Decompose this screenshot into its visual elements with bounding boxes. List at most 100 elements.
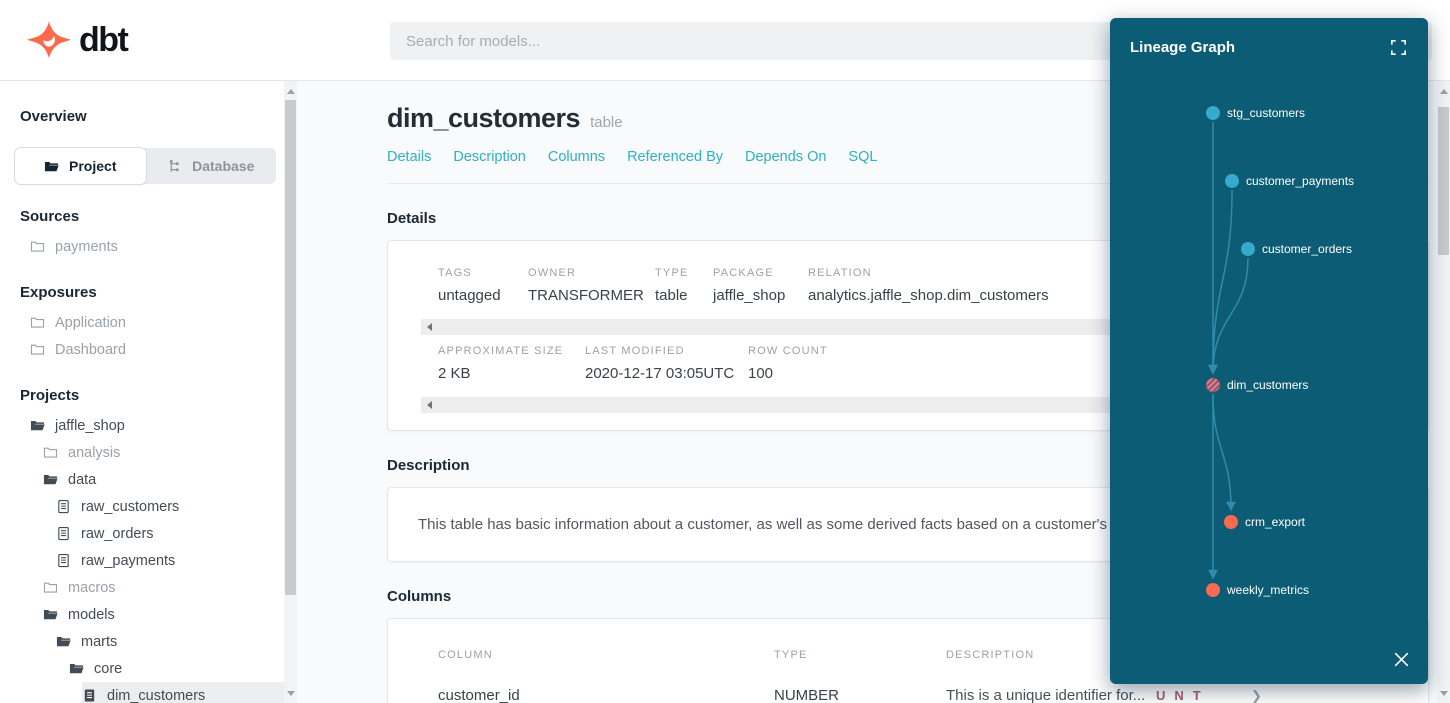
main-scrollbar-thumb[interactable] bbox=[1438, 107, 1449, 255]
dbt-logo-text: dbt bbox=[79, 21, 127, 60]
close-icon[interactable] bbox=[1391, 649, 1412, 670]
sidebar-sections: SourcespaymentsExposuresApplicationDashb… bbox=[0, 208, 284, 703]
lineage-node-label[interactable]: dim_customers bbox=[1227, 378, 1308, 392]
tab-details[interactable]: Details bbox=[387, 149, 431, 165]
file-icon bbox=[56, 499, 71, 514]
detail-field-label: LAST MODIFIED bbox=[585, 345, 748, 357]
columns-rows: customer_idNUMBERThis is a unique identi… bbox=[388, 687, 1428, 703]
sidebar-scrollbar-thumb[interactable] bbox=[285, 100, 296, 595]
test-badge: U bbox=[1156, 688, 1165, 703]
folder-open-icon bbox=[56, 634, 71, 649]
page-title-suffix: table bbox=[590, 114, 623, 131]
lineage-node-customer_orders[interactable] bbox=[1241, 242, 1255, 256]
section-title: Sources bbox=[0, 208, 284, 225]
scroll-up-icon[interactable] bbox=[284, 84, 297, 98]
scroll-down-icon[interactable] bbox=[284, 686, 297, 700]
lineage-title: Lineage Graph bbox=[1130, 39, 1235, 56]
tree-item-payments[interactable]: payments bbox=[0, 233, 284, 260]
tab-database[interactable]: Database bbox=[146, 148, 277, 184]
detail-field-value: TRANSFORMER bbox=[528, 287, 655, 304]
column-header-column: COLUMN bbox=[438, 649, 774, 661]
tree-item-analysis[interactable]: analysis bbox=[0, 439, 284, 466]
tree-item-dim-customers[interactable]: dim_customers bbox=[82, 682, 284, 703]
folder-open-icon bbox=[69, 661, 84, 676]
overview-label[interactable]: Overview bbox=[0, 81, 284, 125]
page-title: dim_customers bbox=[387, 103, 580, 134]
tab-project[interactable]: Project bbox=[15, 148, 146, 184]
tab-description[interactable]: Description bbox=[453, 149, 526, 165]
detail-field-value: 2020-12-17 03:05UTC bbox=[585, 365, 748, 382]
sidebar-section-projects: Projectsjaffle_shopanalysisdataraw_custo… bbox=[0, 387, 284, 703]
detail-field-package: PACKAGEjaffle_shop bbox=[713, 267, 808, 304]
tree-icon bbox=[167, 159, 182, 174]
detail-field-value: analytics.jaffle_shop.dim_customers bbox=[808, 287, 1049, 304]
detail-field-label: TAGS bbox=[438, 267, 528, 279]
folder-closed-icon bbox=[30, 342, 45, 357]
view-toggle: ProjectDatabase bbox=[15, 148, 276, 184]
column-type: NUMBER bbox=[774, 687, 946, 703]
tree-item-label: data bbox=[68, 472, 96, 488]
folder-open-icon bbox=[43, 607, 58, 622]
folder-closed-icon bbox=[43, 445, 58, 460]
tab-depends-on[interactable]: Depends On bbox=[745, 149, 826, 165]
lineage-node-label[interactable]: customer_orders bbox=[1262, 242, 1352, 256]
fullscreen-icon[interactable] bbox=[1389, 38, 1408, 57]
tree-item-macros[interactable]: macros bbox=[0, 574, 284, 601]
main-scrollbar[interactable] bbox=[1437, 81, 1450, 703]
lineage-node-label[interactable]: customer_payments bbox=[1246, 174, 1354, 188]
tree-item-label: models bbox=[68, 607, 115, 623]
lineage-node-label[interactable]: weekly_metrics bbox=[1226, 583, 1309, 597]
lineage-node-stg_customers[interactable] bbox=[1206, 106, 1220, 120]
tree-item-label: Application bbox=[55, 315, 126, 331]
folder-open-icon bbox=[44, 159, 59, 174]
detail-field-value: table bbox=[655, 287, 713, 304]
detail-field-tags: TAGSuntagged bbox=[438, 267, 528, 304]
file-icon bbox=[56, 526, 71, 541]
tree-item-raw-payments[interactable]: raw_payments bbox=[0, 547, 284, 574]
lineage-node-dim_customers[interactable] bbox=[1206, 378, 1220, 392]
file-icon bbox=[56, 553, 71, 568]
folder-closed-icon bbox=[30, 315, 45, 330]
column-header-type: TYPE bbox=[774, 649, 946, 661]
lineage-node-weekly_metrics[interactable] bbox=[1206, 583, 1220, 597]
detail-field-value: jaffle_shop bbox=[713, 287, 808, 304]
tree-item-label: jaffle_shop bbox=[55, 418, 125, 434]
column-row-customer-id[interactable]: customer_idNUMBERThis is a unique identi… bbox=[388, 687, 1428, 703]
sidebar: Overview ProjectDatabase Sources payments… bbox=[0, 81, 284, 703]
detail-field-row-count: ROW COUNT 100 bbox=[748, 345, 828, 382]
detail-field-value: 100 bbox=[748, 365, 828, 382]
tree-item-data[interactable]: data bbox=[0, 466, 284, 493]
tree-item-models[interactable]: models bbox=[0, 601, 284, 628]
detail-field-last-modified: LAST MODIFIED 2020-12-17 03:05UTC bbox=[585, 345, 748, 382]
lineage-node-label[interactable]: crm_export bbox=[1245, 515, 1306, 529]
tree-item-label: dim_customers bbox=[107, 688, 205, 703]
scroll-down-icon[interactable] bbox=[1437, 686, 1450, 700]
tab-columns[interactable]: Columns bbox=[548, 149, 605, 165]
tree-item-raw-customers[interactable]: raw_customers bbox=[0, 493, 284, 520]
tab-sql[interactable]: SQL bbox=[848, 149, 877, 165]
detail-field-label: ROW COUNT bbox=[748, 345, 828, 357]
folder-open-icon bbox=[43, 472, 58, 487]
scroll-left-icon[interactable] bbox=[421, 319, 437, 335]
tree-item-dashboard[interactable]: Dashboard bbox=[0, 336, 284, 363]
tree-item-jaffle-shop[interactable]: jaffle_shop bbox=[0, 412, 284, 439]
tree-item-label: core bbox=[94, 661, 122, 677]
lineage-node-label[interactable]: stg_customers bbox=[1227, 106, 1305, 120]
dbt-logo[interactable]: dbt bbox=[26, 17, 127, 63]
sidebar-scrollbar[interactable] bbox=[284, 81, 297, 703]
lineage-node-crm_export[interactable] bbox=[1224, 515, 1238, 529]
detail-field-label: OWNER bbox=[528, 267, 655, 279]
tab-referenced-by[interactable]: Referenced By bbox=[627, 149, 723, 165]
sidebar-section-exposures: ExposuresApplicationDashboard bbox=[0, 284, 284, 363]
tree-item-core[interactable]: core bbox=[0, 655, 284, 682]
lineage-panel: stg_customers customer_payments customer_o… bbox=[1110, 18, 1428, 684]
tree-item-application[interactable]: Application bbox=[0, 309, 284, 336]
tree-item-marts[interactable]: marts bbox=[0, 628, 284, 655]
lineage-node-customer_payments[interactable] bbox=[1225, 174, 1239, 188]
tree-item-raw-orders[interactable]: raw_orders bbox=[0, 520, 284, 547]
row-expand-chevron-icon[interactable]: ❯ bbox=[1251, 688, 1262, 703]
scroll-up-icon[interactable] bbox=[1437, 84, 1450, 98]
detail-field-type: TYPEtable bbox=[655, 267, 713, 304]
scroll-left-icon[interactable] bbox=[421, 397, 437, 413]
lineage-graph: stg_customers customer_payments customer_o… bbox=[1110, 18, 1428, 684]
